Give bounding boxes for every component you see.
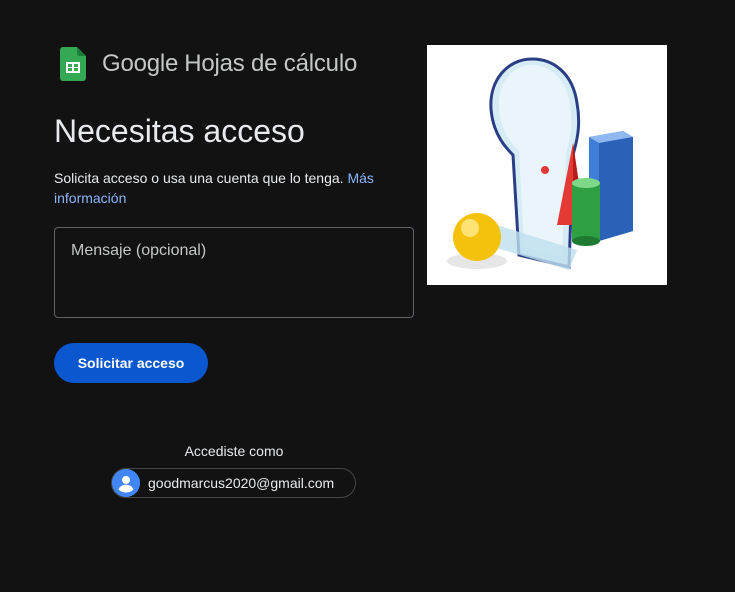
message-input[interactable] (55, 228, 413, 317)
brand-google: Google (102, 50, 179, 77)
page-title: Necesitas acceso (54, 113, 305, 149)
message-field-container (54, 227, 414, 318)
product-name: Google Hojas de cálculo (102, 50, 357, 78)
product-logo[interactable]: Google Hojas de cálculo (60, 46, 357, 82)
description-text: Solicita acceso o usa una cuenta que lo … (54, 170, 344, 186)
google-sheets-icon (60, 47, 86, 81)
brand-product: Hojas de cálculo (184, 50, 358, 77)
keyhole-shapes-illustration (427, 45, 667, 285)
account-circle-icon (112, 469, 140, 497)
account-chip[interactable]: goodmarcus2020@gmail.com (111, 468, 356, 498)
access-description: Solicita acceso o usa una cuenta que lo … (54, 168, 404, 208)
account-email: goodmarcus2020@gmail.com (148, 475, 335, 491)
signed-in-label: Accediste como (184, 443, 284, 459)
request-access-button[interactable]: Solicitar acceso (54, 343, 208, 383)
